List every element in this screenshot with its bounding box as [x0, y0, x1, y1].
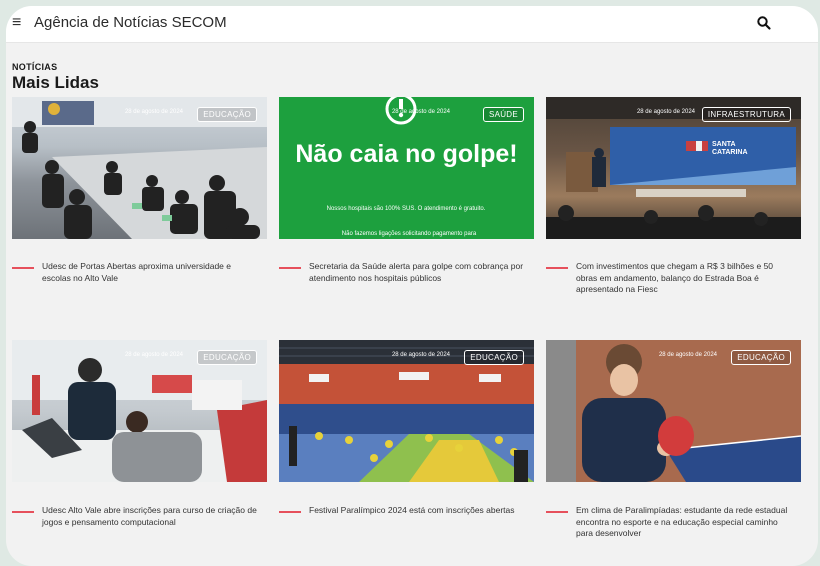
category-tag[interactable]: INFRAESTRUTURA [701, 107, 791, 122]
news-headline[interactable]: Secretaria da Saúde alerta para golpe co… [309, 261, 529, 284]
news-card[interactable]: Não caia no golpe! Nossos hospitais são … [279, 97, 534, 283]
headline-dash [546, 511, 568, 513]
news-date: 28 de agosto de 2024 [124, 352, 183, 358]
news-date: 28 de agosto de 2024 [391, 109, 450, 115]
category-tag[interactable]: SAÚDE [482, 107, 524, 122]
news-card[interactable]: SANTA CATARINA 28 de agosto de 2024 INFR… [546, 97, 801, 294]
category-tag[interactable]: EDUCAÇÃO [197, 107, 257, 122]
news-date: 28 de agosto de 2024 [658, 352, 717, 358]
news-card[interactable]: 28 de agosto de 2024 EDUCAÇÃO Festival P… [279, 340, 534, 515]
news-date: 28 de agosto de 2024 [391, 352, 450, 358]
headline-dash [12, 511, 34, 513]
category-tag[interactable]: EDUCAÇÃO [464, 350, 524, 365]
headline-dash [279, 511, 301, 513]
headline-dash [12, 267, 34, 269]
news-thumbnail[interactable]: 28 de agosto de 2024 EDUCAÇÃO [279, 340, 534, 482]
news-headline[interactable]: Em clima de Paralimpíadas: estudante da … [576, 505, 796, 540]
news-card[interactable]: 28 de agosto de 2024 EDUCAÇÃO Em clima d… [546, 340, 801, 538]
image-text: Não fazemos ligações solicitando pagamen… [341, 231, 477, 237]
image-heading: Não caia no golpe! [295, 140, 518, 168]
category-tag[interactable]: EDUCAÇÃO [197, 350, 257, 365]
news-thumbnail[interactable]: SANTA CATARINA 28 de agosto de 2024 INFR… [546, 97, 801, 239]
news-headline[interactable]: Udesc Alto Vale abre inscrições para cur… [42, 505, 262, 528]
news-thumbnail[interactable]: 28 de agosto de 2024 EDUCAÇÃO [12, 97, 267, 239]
headline-dash [279, 267, 301, 269]
section-title: Mais Lidas [12, 73, 99, 92]
top-bar: ≡ Agência de Notícias SECOM [6, 6, 818, 43]
screen-text: SANTA CATARINA [712, 141, 748, 156]
news-date: 28 de agosto de 2024 [636, 109, 695, 115]
section-kicker: NOTÍCIAS [12, 62, 58, 72]
news-headline[interactable]: Udesc de Portas Abertas aproxima univers… [42, 261, 262, 284]
image-text: Nossos hospitais são 100% SUS. O atendim… [326, 206, 486, 212]
news-card[interactable]: 28 de agosto de 2024 EDUCAÇÃO Udesc Alto… [12, 340, 267, 527]
news-date: 28 de agosto de 2024 [124, 109, 183, 115]
page-frame: ≡ Agência de Notícias SECOM NOTÍCIAS Mai… [6, 6, 818, 566]
news-thumbnail[interactable]: 28 de agosto de 2024 EDUCAÇÃO [546, 340, 801, 482]
search-icon[interactable] [756, 15, 772, 31]
site-title[interactable]: Agência de Notícias SECOM [34, 14, 227, 31]
news-headline[interactable]: Festival Paralímpico 2024 está com inscr… [309, 505, 529, 517]
news-headline[interactable]: Com investimentos que chegam a R$ 3 bilh… [576, 261, 796, 296]
headline-dash [546, 267, 568, 269]
news-thumbnail[interactable]: 28 de agosto de 2024 EDUCAÇÃO [12, 340, 267, 482]
menu-icon[interactable]: ≡ [12, 14, 21, 32]
news-thumbnail[interactable]: Não caia no golpe! Nossos hospitais são … [279, 97, 534, 239]
category-tag[interactable]: EDUCAÇÃO [731, 350, 791, 365]
news-card[interactable]: 28 de agosto de 2024 EDUCAÇÃO Udesc de P… [12, 97, 267, 283]
